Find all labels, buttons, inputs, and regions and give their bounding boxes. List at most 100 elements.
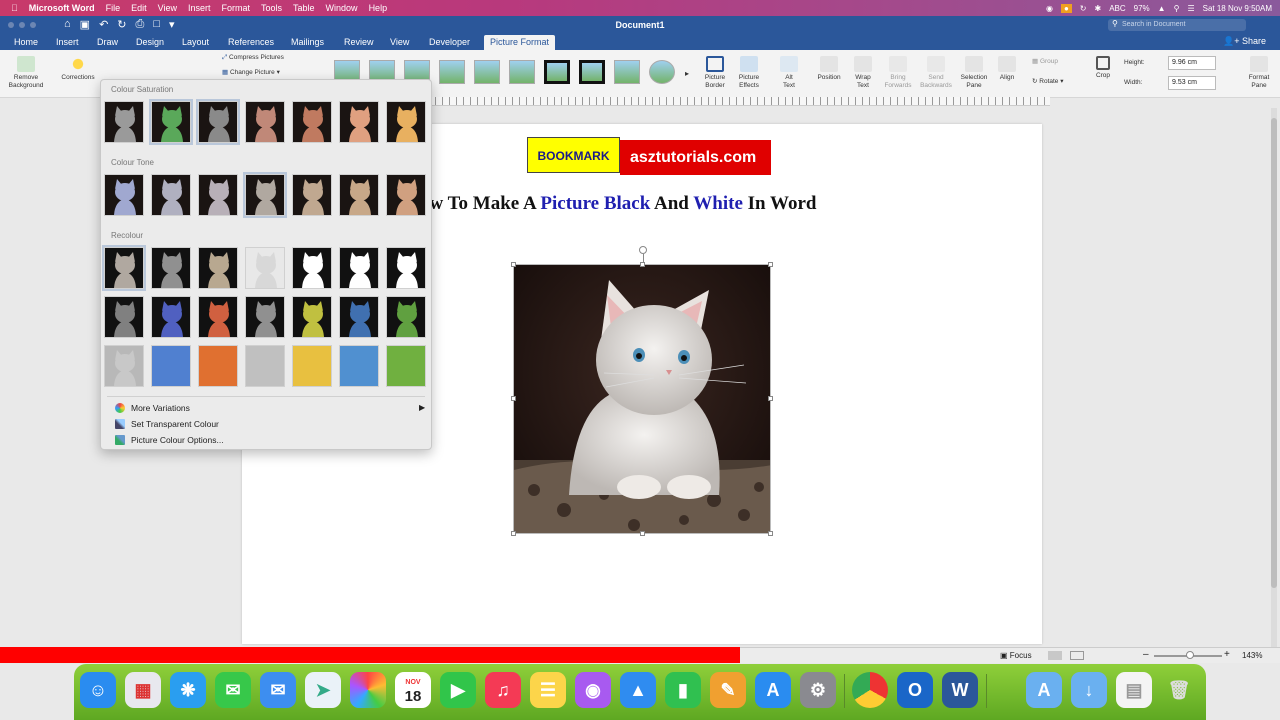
colour-swatch[interactable] — [292, 345, 332, 387]
bring-forwards-button[interactable]: Bring Forwards — [880, 56, 916, 90]
system-settings-icon[interactable]: ⚙ — [800, 672, 836, 708]
tab-developer[interactable]: Developer — [429, 37, 470, 47]
resize-handle[interactable] — [511, 262, 516, 267]
document-heading[interactable]: ow To Make A Picture Black And White In … — [420, 193, 940, 215]
height-field[interactable]: 9.96 cm — [1168, 56, 1216, 70]
gallery-more-icon[interactable]: ▸ — [682, 70, 692, 78]
colour-swatch[interactable] — [245, 345, 285, 387]
resize-handle[interactable] — [768, 531, 773, 536]
colour-swatch[interactable] — [198, 174, 238, 216]
colour-swatch[interactable] — [339, 296, 379, 338]
tab-layout[interactable]: Layout — [182, 37, 209, 47]
spotlight-icon[interactable]: ⚲ — [1174, 4, 1180, 13]
colour-swatch[interactable] — [151, 247, 191, 289]
zoom-level[interactable]: 143% — [1242, 651, 1262, 660]
colour-swatch[interactable] — [245, 247, 285, 289]
picture-effects-button[interactable]: Picture Effects — [734, 56, 764, 90]
colour-swatch[interactable] — [104, 296, 144, 338]
style-thumb[interactable] — [649, 60, 675, 84]
launchpad-icon[interactable]: ▦ — [125, 672, 161, 708]
colour-swatch[interactable] — [292, 247, 332, 289]
colour-swatch[interactable] — [151, 296, 191, 338]
kitten-picture[interactable] — [513, 264, 771, 534]
menu-file[interactable]: File — [106, 3, 121, 13]
mic-icon[interactable]: ● — [1060, 3, 1072, 13]
tab-view[interactable]: View — [390, 37, 409, 47]
position-button[interactable]: Position — [812, 56, 846, 82]
colour-swatch[interactable] — [198, 247, 238, 289]
zoom-in-icon[interactable]: + — [1224, 649, 1230, 660]
group-button[interactable]: ▦ Group — [1032, 58, 1076, 66]
sync-icon[interactable]: ↻ — [1080, 4, 1087, 13]
safari-icon[interactable]: ❋ — [170, 672, 206, 708]
style-thumb[interactable] — [439, 60, 465, 84]
chrome-icon[interactable] — [852, 672, 888, 708]
menu-format[interactable]: Format — [222, 3, 251, 13]
selection-pane-button[interactable]: Selection Pane — [956, 56, 992, 90]
clock[interactable]: Sat 18 Nov 9:50AM — [1203, 4, 1272, 13]
corrections-button[interactable]: Corrections — [56, 56, 100, 82]
colour-swatch[interactable] — [339, 174, 379, 216]
share-button[interactable]: 👤+ Share — [1223, 36, 1266, 47]
menu-help[interactable]: Help — [369, 3, 388, 13]
alt-text-button[interactable]: Alt Text — [774, 56, 804, 90]
menu-view[interactable]: View — [158, 3, 177, 13]
style-thumb[interactable] — [509, 60, 535, 84]
bluetooth-icon[interactable]: ✱ — [1095, 4, 1102, 13]
menu-tools[interactable]: Tools — [261, 3, 282, 13]
colour-swatch[interactable] — [102, 245, 146, 291]
format-pane-button[interactable]: Format Pane — [1244, 56, 1274, 90]
colour-swatch[interactable] — [243, 172, 287, 218]
resize-handle[interactable] — [640, 531, 645, 536]
web-layout-view-icon[interactable] — [1070, 651, 1084, 660]
resize-handle[interactable] — [511, 396, 516, 401]
focus-button[interactable]: ▣ Focus — [1000, 651, 1032, 660]
tab-review[interactable]: Review — [344, 37, 374, 47]
colour-swatch[interactable] — [339, 247, 379, 289]
zoom-thumb[interactable] — [1186, 651, 1194, 659]
set-transparent-colour-item[interactable]: Set Transparent Colour — [131, 419, 219, 429]
picture-border-button[interactable]: Picture Border — [700, 56, 730, 90]
rotate-handle[interactable] — [639, 246, 647, 254]
align-button[interactable]: Align — [994, 56, 1020, 82]
record-icon[interactable]: ◉ — [1046, 4, 1053, 13]
menu-insert[interactable]: Insert — [188, 3, 211, 13]
maps-icon[interactable]: ➤ — [305, 672, 341, 708]
menu-window[interactable]: Window — [326, 3, 358, 13]
more-variations-item[interactable]: More Variations — [131, 403, 190, 413]
resize-handle[interactable] — [511, 531, 516, 536]
colour-swatch[interactable] — [386, 174, 426, 216]
photos-icon[interactable] — [350, 672, 386, 708]
apple-menu-icon[interactable]:  — [11, 3, 18, 13]
vertical-scrollbar[interactable] — [1271, 108, 1277, 648]
colour-swatch[interactable] — [386, 296, 426, 338]
document-thumbnail-icon[interactable]: ▤ — [1116, 672, 1152, 708]
style-thumb[interactable] — [579, 60, 605, 84]
resize-handle[interactable] — [768, 262, 773, 267]
wrap-text-button[interactable]: Wrap Text — [848, 56, 878, 90]
colour-swatch[interactable] — [104, 174, 144, 216]
app-menu[interactable]: Microsoft Word — [29, 3, 95, 13]
scroll-thumb[interactable] — [1271, 118, 1277, 588]
applications-folder-icon[interactable]: A — [1026, 672, 1062, 708]
app-store-icon[interactable]: A — [755, 672, 791, 708]
crop-button[interactable]: Crop — [1088, 56, 1118, 80]
colour-swatch[interactable] — [339, 345, 379, 387]
colour-swatch[interactable] — [386, 345, 426, 387]
zoom-out-icon[interactable]: – — [1143, 649, 1149, 660]
keynote-icon[interactable]: ▲ — [620, 672, 656, 708]
tab-references[interactable]: References — [228, 37, 274, 47]
colour-swatch[interactable] — [245, 101, 285, 143]
menu-table[interactable]: Table — [293, 3, 315, 13]
facetime-icon[interactable]: ▶ — [440, 672, 476, 708]
colour-swatch[interactable] — [339, 101, 379, 143]
rotate-button[interactable]: ↻ Rotate ▾ — [1032, 78, 1076, 86]
finder-icon[interactable]: ☺ — [80, 672, 116, 708]
change-picture-button[interactable]: ▦ Change Picture ▾ — [222, 69, 312, 77]
battery-percent[interactable]: 97% — [1134, 4, 1150, 13]
tab-home[interactable]: Home — [14, 37, 38, 47]
tab-picture-format[interactable]: Picture Format — [484, 35, 556, 50]
colour-swatch[interactable] — [151, 345, 191, 387]
colour-swatch[interactable] — [149, 99, 193, 145]
colour-swatch[interactable] — [151, 174, 191, 216]
